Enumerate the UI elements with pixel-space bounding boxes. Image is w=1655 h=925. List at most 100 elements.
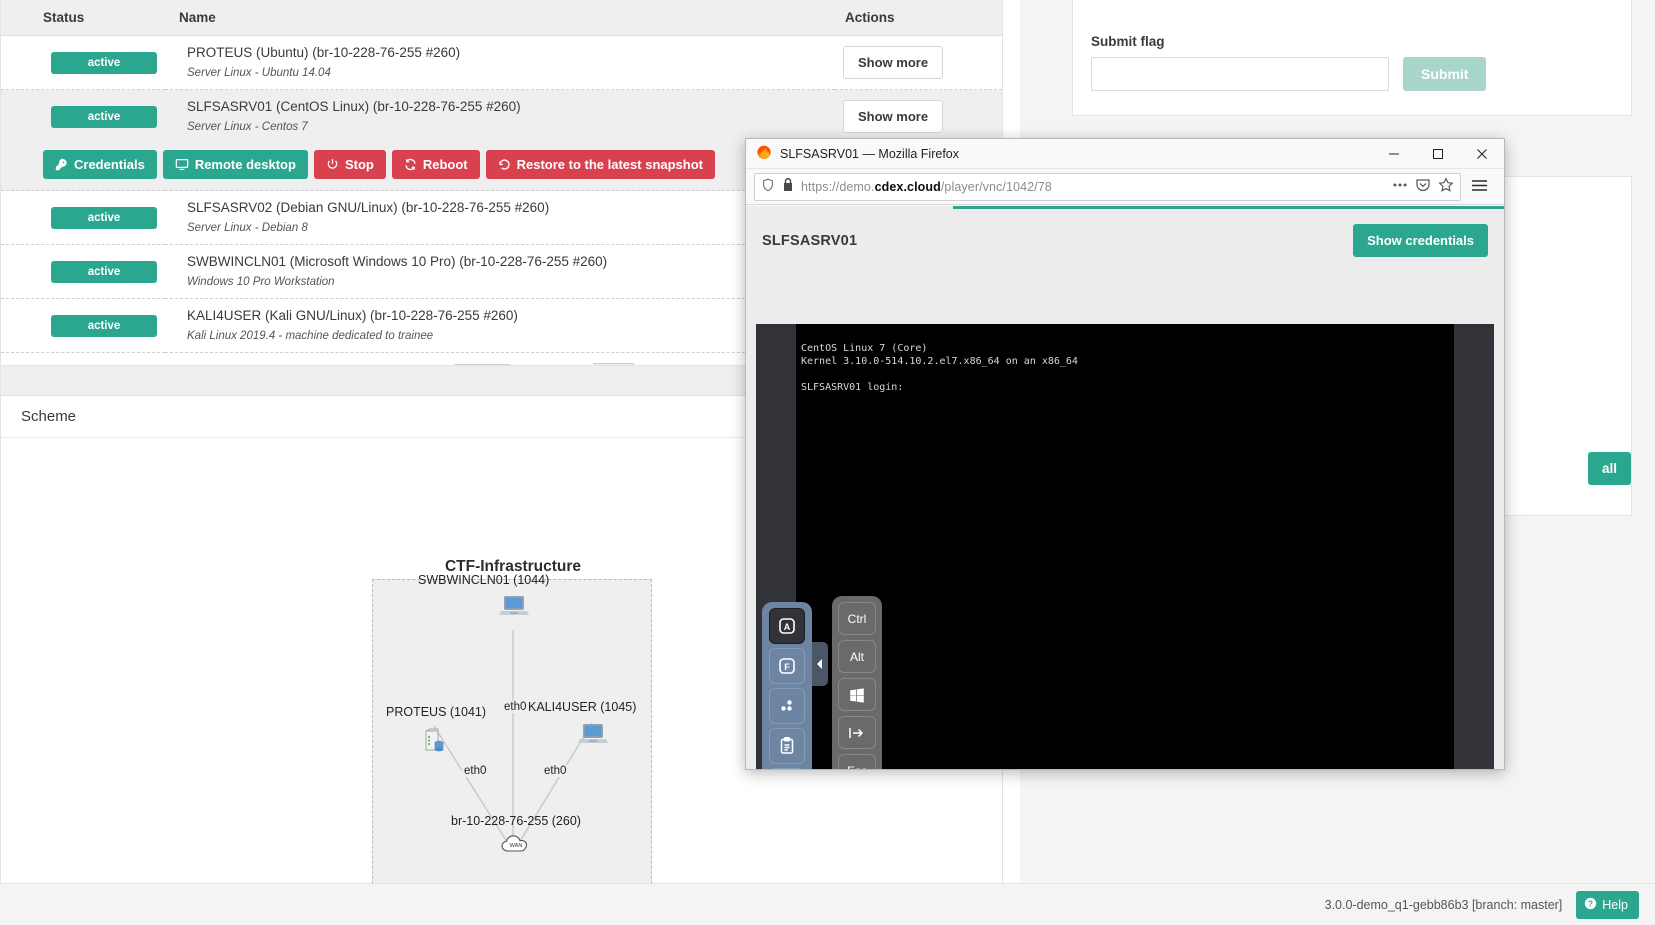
flag-input[interactable] (1091, 57, 1389, 91)
svg-text:F: F (784, 662, 790, 672)
vm-description: Server Linux - Centos 7 (173, 119, 827, 135)
vnc-screen[interactable]: CentOS Linux 7 (Core) Kernel 3.10.0-514.… (756, 324, 1494, 769)
svg-text:WAN: WAN (510, 843, 523, 849)
help-button[interactable]: ? Help (1576, 891, 1639, 919)
keyboard-icon[interactable]: A (769, 608, 805, 644)
credentials-label: Credentials (74, 157, 145, 172)
novnc-keys-panel: Ctrl Alt Esc (832, 596, 882, 769)
page-actions-ellipsis-icon[interactable] (1392, 178, 1408, 195)
cell-actions: Show more (835, 90, 1002, 144)
score-row-total: Total 0 / 2800 (1091, 0, 1613, 12)
stop-label: Stop (345, 157, 374, 172)
edge-label-eth0-left: eth0 (462, 765, 488, 777)
firefox-titlebar[interactable]: SLFSASRV01 — Mozilla Firefox (746, 139, 1504, 169)
help-label: Help (1602, 898, 1628, 912)
cell-name: SWBWINCLN01 (Microsoft Windows 10 Pro) (… (165, 245, 835, 299)
score-value-total: 0 / 2800 (1423, 0, 1613, 2)
cell-status: active (1, 299, 165, 353)
ctrl-key-button[interactable]: Ctrl (838, 602, 876, 635)
power-icon (326, 158, 339, 171)
score-label-total: Total (1091, 0, 1122, 2)
url-text[interactable]: https://demo.cdex.cloud/player/vnc/1042/… (801, 180, 1385, 194)
show-credentials-button[interactable]: Show credentials (1353, 224, 1488, 257)
tab-key-button[interactable] (838, 716, 876, 749)
reboot-label: Reboot (423, 157, 468, 172)
firefox-navigation-bar: https://demo.cdex.cloud/player/vnc/1042/… (746, 169, 1504, 205)
node-label-kali4user: KALI4USER (1045) (528, 700, 636, 714)
table-row[interactable]: active PROTEUS (Ubuntu) (br-10-228-76-25… (1, 36, 1002, 90)
credentials-button[interactable]: Credentials (43, 150, 157, 179)
submit-flag-label: Submit flag (1091, 12, 1613, 57)
node-label-swbwincln01: SWBWINCLN01 (1044) (418, 573, 549, 587)
vm-name: SLFSASRV02 (Debian GNU/Linux) (br-10-228… (173, 199, 827, 217)
fullscreen-icon[interactable]: F (769, 648, 805, 684)
submit-flag-button[interactable]: Submit (1403, 57, 1486, 91)
disconnect-icon[interactable] (769, 768, 805, 769)
vm-name: KALI4USER (Kali GNU/Linux) (br-10-228-76… (173, 307, 827, 325)
novnc-panel-collapse-handle[interactable] (812, 642, 828, 686)
node-label-network: br-10-228-76-255 (260) (451, 814, 581, 828)
settings-icon[interactable] (769, 688, 805, 724)
vm-description: Kali Linux 2019.4 - machine dedicated to… (173, 328, 827, 344)
lock-icon[interactable] (782, 178, 794, 195)
esc-key-button[interactable]: Esc (838, 754, 876, 769)
vnc-page-header: SLFSASRV01 Show credentials (746, 206, 1504, 271)
pocket-icon[interactable] (1415, 177, 1431, 196)
remote-desktop-label: Remote desktop (195, 157, 296, 172)
restore-snapshot-button[interactable]: Restore to the latest snapshot (486, 150, 715, 179)
restore-label: Restore to the latest snapshot (517, 157, 703, 172)
svg-text:?: ? (1588, 899, 1593, 908)
cloud-icon: WAN (499, 833, 533, 855)
status-badge: active (51, 106, 157, 128)
vm-description: Server Linux - Ubuntu 14.04 (173, 65, 827, 81)
vm-name: SLFSASRV01 (CentOS Linux) (br-10-228-76-… (173, 98, 827, 116)
vm-description: Windows 10 Pro Workstation (173, 274, 827, 290)
partial-action-button[interactable]: all (1588, 452, 1631, 485)
vnc-machine-title: SLFSASRV01 (762, 233, 857, 249)
tracking-protection-shield-icon[interactable] (761, 178, 775, 195)
column-header-status: Status (1, 0, 165, 36)
laptop-icon (578, 723, 608, 745)
cell-name: SLFSASRV01 (CentOS Linux) (br-10-228-76-… (165, 90, 835, 144)
column-header-name: Name (165, 0, 835, 36)
clipboard-icon[interactable] (769, 728, 805, 764)
vnc-screen-right-margin (1454, 324, 1494, 769)
vnc-player-page: SLFSASRV01 Show credentials CentOS Linux… (746, 206, 1504, 769)
show-more-button[interactable]: Show more (843, 100, 943, 133)
key-icon (55, 158, 68, 171)
svg-text:A: A (784, 622, 791, 632)
window-control-buttons (1372, 139, 1504, 169)
table-row[interactable]: active SLFSASRV01 (CentOS Linux) (br-10-… (1, 90, 1002, 144)
firefox-window[interactable]: SLFSASRV01 — Mozilla Firefox (745, 138, 1505, 770)
minimize-button[interactable] (1372, 139, 1416, 169)
refresh-icon (404, 158, 417, 171)
windows-key-button[interactable] (838, 678, 876, 711)
bookmark-star-icon[interactable] (1438, 177, 1454, 196)
close-button[interactable] (1460, 139, 1504, 169)
show-more-button[interactable]: Show more (843, 46, 943, 79)
vm-name: PROTEUS (Ubuntu) (br-10-228-76-255 #260) (173, 44, 827, 62)
alt-key-button[interactable]: Alt (838, 640, 876, 673)
question-icon: ? (1584, 897, 1597, 913)
status-badge: active (51, 207, 157, 229)
node-label-proteus: PROTEUS (1041) (386, 705, 486, 719)
status-badge: active (51, 315, 157, 337)
stop-button[interactable]: Stop (314, 150, 386, 179)
vm-description: Server Linux - Debian 8 (173, 220, 827, 236)
submit-flag-form: Submit (1091, 57, 1613, 115)
cell-status: active (1, 191, 165, 245)
maximize-button[interactable] (1416, 139, 1460, 169)
url-scheme: https://demo. (801, 180, 875, 194)
reboot-button[interactable]: Reboot (392, 150, 480, 179)
app-page: Status Name Actions active PROTEUS (Ubun… (0, 0, 1655, 925)
undo-icon (498, 158, 511, 171)
remote-desktop-button[interactable]: Remote desktop (163, 150, 308, 179)
cell-status: active (1, 90, 165, 144)
url-bar[interactable]: https://demo.cdex.cloud/player/vnc/1042/… (754, 173, 1461, 201)
cell-actions: Show more (835, 36, 1002, 90)
status-badge: active (51, 52, 157, 74)
server-icon (421, 728, 451, 750)
cell-name: SLFSASRV02 (Debian GNU/Linux) (br-10-228… (165, 191, 835, 245)
hamburger-menu-icon[interactable] (1461, 178, 1496, 196)
firefox-logo-icon (756, 144, 772, 163)
